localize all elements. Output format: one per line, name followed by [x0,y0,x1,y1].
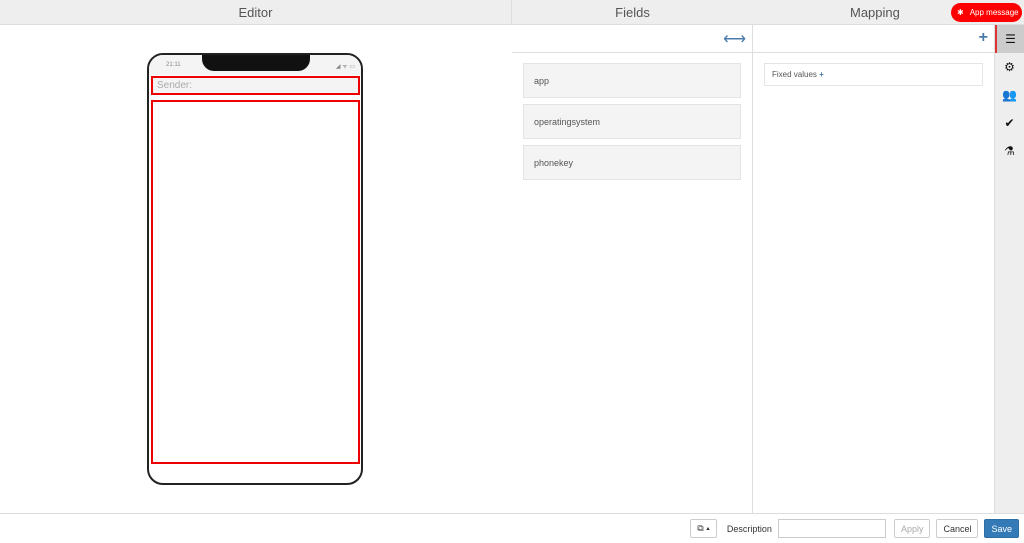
gear-icon[interactable]: ⚙ [995,53,1024,81]
flask-icon[interactable]: ⚗ [995,137,1024,165]
app-message-icon: ✱ [957,8,964,17]
phone-preview: 21:11 ◢ ᯤ ▭ Sender: [147,53,363,485]
sender-field[interactable]: Sender: [151,76,360,95]
field-item[interactable]: phonekey [523,145,741,180]
editor-header: Editor [0,0,512,25]
side-toolbar: ☰ ⚙ 👥 ✔ ⚗ [994,25,1024,513]
field-item[interactable]: operatingsystem [523,104,741,139]
add-fixed-value-icon[interactable]: + [819,70,824,79]
save-button[interactable]: Save [984,519,1019,538]
fields-panel: ⟷ app operatingsystem phonekey [512,25,753,513]
database-icon[interactable]: ☰ [995,25,1024,53]
message-body-field[interactable] [151,100,360,464]
fields-header: Fields [512,0,753,25]
fixed-values-label: Fixed values [772,70,817,79]
copy-dropdown-button[interactable]: ⧉ ▴ [690,519,717,538]
phone-notch [202,55,310,71]
description-label: Description [726,523,772,534]
app-message-button[interactable]: ✱ App message [951,3,1022,22]
status-icons: ◢ ᯤ ▭ [335,64,355,70]
users-icon[interactable]: 👥 [995,81,1024,109]
fixed-values[interactable]: Fixed values + [764,63,983,86]
app-message-label: App message [969,8,1019,17]
apply-button[interactable]: Apply [893,519,931,538]
phone-time: 21:11 [166,62,181,68]
description-input[interactable] [777,519,886,538]
field-item[interactable]: app [523,63,741,98]
mapping-panel: + Fixed values + [753,25,994,513]
footer: ⧉ ▴ Description Apply Cancel Save [0,513,1024,543]
add-icon[interactable]: + [979,29,988,47]
cancel-button[interactable]: Cancel [936,519,979,538]
check-icon[interactable]: ✔ [995,109,1024,137]
expand-horizontal-icon[interactable]: ⟷ [723,29,746,49]
